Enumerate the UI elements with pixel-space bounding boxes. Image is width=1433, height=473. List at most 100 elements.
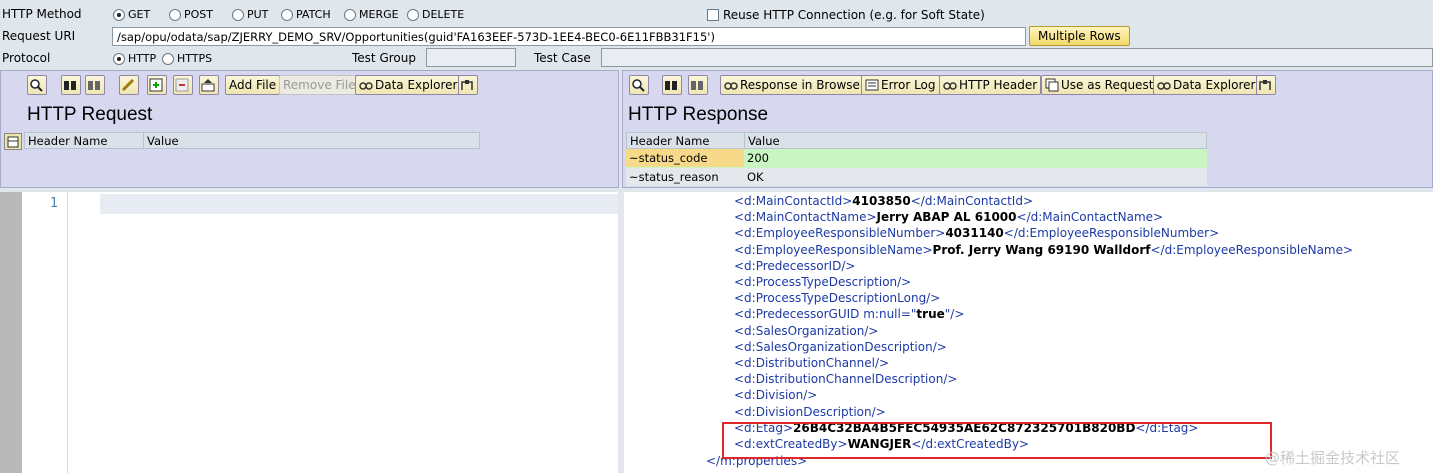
multiple-rows-button[interactable]: Multiple Rows: [1029, 26, 1130, 46]
test-case-input[interactable]: [601, 48, 1433, 67]
request-data-explorer-button[interactable]: Data Explorer: [355, 75, 462, 95]
button-label: Error Log: [881, 78, 936, 92]
response-col-header-name: Header Name: [626, 132, 745, 149]
method-radio-merge[interactable]: MERGE: [344, 8, 399, 21]
status-code-name-cell[interactable]: ~status_code: [626, 149, 744, 167]
xml-open-tag: <d:ProcessTypeDescription/>: [734, 275, 912, 289]
line-number: 1: [50, 196, 59, 211]
xml-line: <d:DistributionChannel/>: [734, 355, 889, 371]
add-file-button[interactable]: Add File: [225, 75, 281, 95]
response-find-prev-button[interactable]: [688, 75, 708, 95]
xml-close-tag: </d:MainContactId>: [910, 194, 1034, 208]
checkbox-box: [707, 9, 719, 21]
response-data-explorer-button[interactable]: Data Explorer: [1153, 75, 1260, 95]
glasses-icon: [724, 78, 738, 92]
xml-value: Prof. Jerry Wang 69190 Walldorf: [932, 242, 1151, 257]
xml-value: 4103850: [852, 194, 911, 208]
xml-line: <d:SalesOrganizationDescription/>: [734, 339, 947, 355]
magnifier-icon: [631, 78, 645, 92]
http-header-button[interactable]: HTTP Header: [939, 75, 1042, 95]
xml-line: <d:EmployeeResponsibleName>Prof. Jerry W…: [734, 242, 1353, 258]
method-radio-get[interactable]: GET: [113, 8, 150, 21]
xml-line: <d:PredecessorID/>: [734, 258, 855, 274]
copy-icon: [1045, 78, 1059, 92]
protocol-radio-https[interactable]: HTTPS: [162, 52, 212, 65]
find-button[interactable]: [27, 75, 47, 95]
response-col-value: Value: [744, 132, 1207, 149]
xml-close-tag: "/>: [944, 307, 965, 322]
button-label: Response in Browser: [740, 78, 865, 92]
xml-open-tag: <d:MainContactId>: [734, 194, 853, 208]
button-label: Data Explorer: [375, 78, 458, 92]
button-label: Data Explorer: [1173, 78, 1256, 92]
use-as-request-button[interactable]: Use as Request: [1041, 75, 1158, 95]
glasses-icon: [943, 78, 957, 92]
glasses-icon: [1157, 78, 1171, 92]
xml-close-tag: </d:EmployeeResponsibleName>: [1150, 242, 1354, 257]
response-find-button[interactable]: [629, 75, 649, 95]
remove-file-button[interactable]: Remove File: [279, 75, 360, 95]
xml-line: <d:DivisionDescription/>: [734, 404, 886, 420]
xml-line: <d:Division/>: [734, 387, 817, 403]
delete-row-button[interactable]: [173, 75, 193, 95]
find-next-button[interactable]: [61, 75, 81, 95]
radio-label: PUT: [247, 8, 269, 21]
test-group-label: Test Group: [352, 51, 416, 65]
button-label: Use as Request: [1061, 78, 1154, 92]
binoculars-icon: [664, 78, 678, 92]
method-radio-delete[interactable]: DELETE: [407, 8, 464, 21]
request-uri-label: Request URI: [2, 29, 76, 43]
method-radio-patch[interactable]: PATCH: [281, 8, 331, 21]
xml-line: <d:ProcessTypeDescriptionLong/>: [734, 290, 940, 306]
method-radio-post[interactable]: POST: [169, 8, 213, 21]
radio-dot: [344, 8, 356, 21]
response-find-next-button[interactable]: [662, 75, 682, 95]
xml-open-tag: <d:DivisionDescription/>: [734, 404, 886, 419]
protocol-label: Protocol: [2, 51, 51, 65]
reuse-connection-checkbox[interactable]: Reuse HTTP Connection (e.g. for Soft Sta…: [707, 8, 985, 22]
table-icon: [7, 136, 19, 148]
xml-line: <d:MainContactId>4103850</d:MainContactI…: [734, 193, 1033, 209]
radio-label: DELETE: [422, 8, 465, 21]
binoculars-icon: [63, 78, 77, 92]
editor-gutter-bar: [0, 192, 22, 473]
magnifier-icon: [29, 78, 43, 92]
method-radio-put[interactable]: PUT: [232, 8, 268, 21]
protocol-radio-http[interactable]: HTTP: [113, 52, 156, 65]
response-title: HTTP Response: [628, 104, 769, 125]
http-method-label: HTTP Method: [2, 7, 82, 21]
status-code-value-cell[interactable]: 200: [744, 149, 772, 167]
request-col-header-name: Header Name: [24, 132, 144, 149]
xml-line: <d:EmployeeResponsibleNumber>4031140</d:…: [734, 225, 1219, 241]
watermark: @稀土掘金技术社区: [1265, 449, 1401, 467]
find-prev-button[interactable]: [85, 75, 105, 95]
radio-label: HTTP: [128, 52, 157, 65]
request-body-editor[interactable]: 1: [0, 192, 618, 473]
insert-row-button[interactable]: [147, 75, 167, 95]
status-reason-value-cell[interactable]: OK: [744, 168, 767, 186]
xml-line: <d:ProcessTypeDescription/>: [734, 274, 911, 290]
upload-button[interactable]: [199, 75, 219, 95]
xml-open-tag: <d:PredecessorGUID m:null=": [734, 307, 917, 322]
radio-label: GET: [128, 8, 151, 21]
log-icon: [865, 78, 879, 92]
editor-line-number-area: [22, 192, 68, 473]
xml-value: Jerry ABAP AL 61000: [876, 210, 1017, 225]
request-header-table-icon[interactable]: [4, 133, 22, 150]
response-in-browser-button[interactable]: Response in Browser: [720, 75, 869, 95]
request-expand-button[interactable]: [458, 75, 478, 95]
request-uri-input[interactable]: /sap/opu/odata/sap/ZJERRY_DEMO_SRV/Oppor…: [112, 27, 1026, 46]
radio-dot: [407, 8, 419, 21]
error-log-button[interactable]: Error Log: [861, 75, 940, 95]
pencil-icon: [121, 78, 135, 92]
xml-open-tag: <d:DistributionChannel/>: [734, 356, 890, 370]
edit-button[interactable]: [119, 75, 139, 95]
xml-open-tag: <d:EmployeeResponsibleNumber>: [734, 226, 946, 241]
xml-value: true: [916, 307, 945, 322]
response-expand-button[interactable]: [1256, 75, 1276, 95]
test-group-input[interactable]: [426, 48, 516, 67]
xml-line: <d:PredecessorGUID m:null="true"/>: [734, 306, 964, 322]
status-reason-name-cell[interactable]: ~status_reason: [626, 168, 722, 186]
delete-row-icon: [175, 78, 189, 92]
xml-open-tag: <d:DistributionChannelDescription/>: [734, 372, 958, 387]
